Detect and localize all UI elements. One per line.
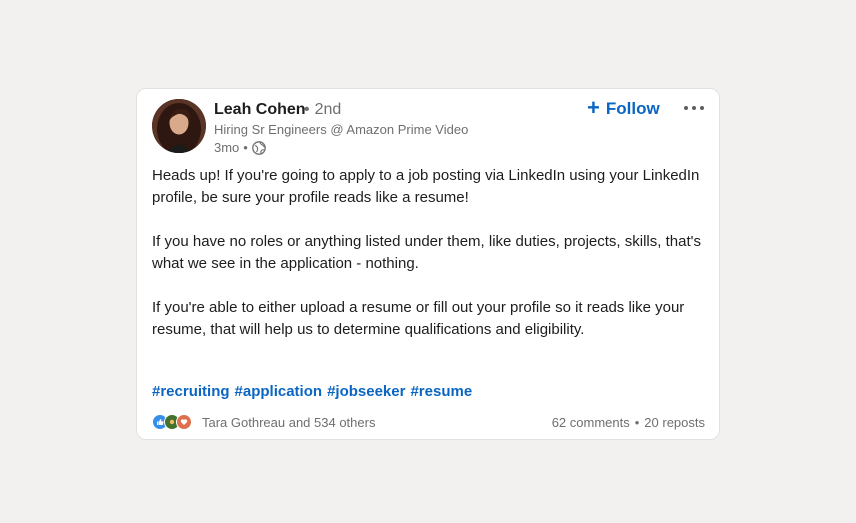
post-paragraph: If you have no roles or anything listed …	[152, 233, 701, 272]
reaction-icons	[152, 414, 192, 430]
follow-label: Follow	[605, 99, 660, 118]
connection-degree-label: 2nd	[314, 101, 342, 118]
connection-degree: • 2nd	[304, 101, 341, 119]
author-headline: Hiring Sr Engineers @ Amazon Prime Video	[214, 122, 469, 137]
follow-button[interactable]: + Follow	[587, 97, 660, 121]
hashtag-jobseeker[interactable]: #jobseeker	[327, 383, 405, 400]
reposts-count[interactable]: 20 reposts	[644, 415, 705, 430]
post-card: Leah Cohen • 2nd Hiring Sr Engineers @ Am…	[136, 88, 720, 440]
plus-icon: +	[587, 95, 600, 120]
love-icon	[176, 414, 192, 430]
reactions-summary[interactable]: Tara Gothreau and 534 others	[152, 414, 375, 430]
author-name[interactable]: Leah Cohen	[214, 101, 306, 119]
bullet-separator: •	[304, 101, 310, 118]
post-paragraph: If you're able to either upload a resume…	[152, 299, 685, 338]
post-meta: 3mo •	[214, 140, 266, 155]
more-dot	[692, 106, 696, 110]
bullet-separator: •	[634, 415, 640, 430]
reactions-label: Tara Gothreau and 534 others	[202, 414, 376, 430]
globe-icon	[252, 140, 266, 155]
more-horizontal-icon	[684, 106, 688, 110]
engagement-counts: 62 comments • 20 reposts	[552, 415, 705, 430]
avatar[interactable]	[152, 99, 206, 153]
post-paragraph: Heads up! If you're going to apply to a …	[152, 167, 700, 206]
more-options-button[interactable]	[680, 97, 708, 119]
post-body: Heads up! If you're going to apply to a …	[152, 165, 707, 363]
bullet-separator: •	[243, 140, 248, 155]
more-dot	[700, 106, 704, 110]
post-time: 3mo	[214, 140, 240, 155]
hashtag-resume[interactable]: #resume	[410, 383, 472, 400]
hashtag-recruiting[interactable]: #recruiting	[152, 383, 230, 400]
comments-count[interactable]: 62 comments	[552, 415, 630, 430]
hashtags: #recruiting #application #jobseeker #resume	[152, 383, 477, 400]
hashtag-application[interactable]: #application	[235, 383, 323, 400]
